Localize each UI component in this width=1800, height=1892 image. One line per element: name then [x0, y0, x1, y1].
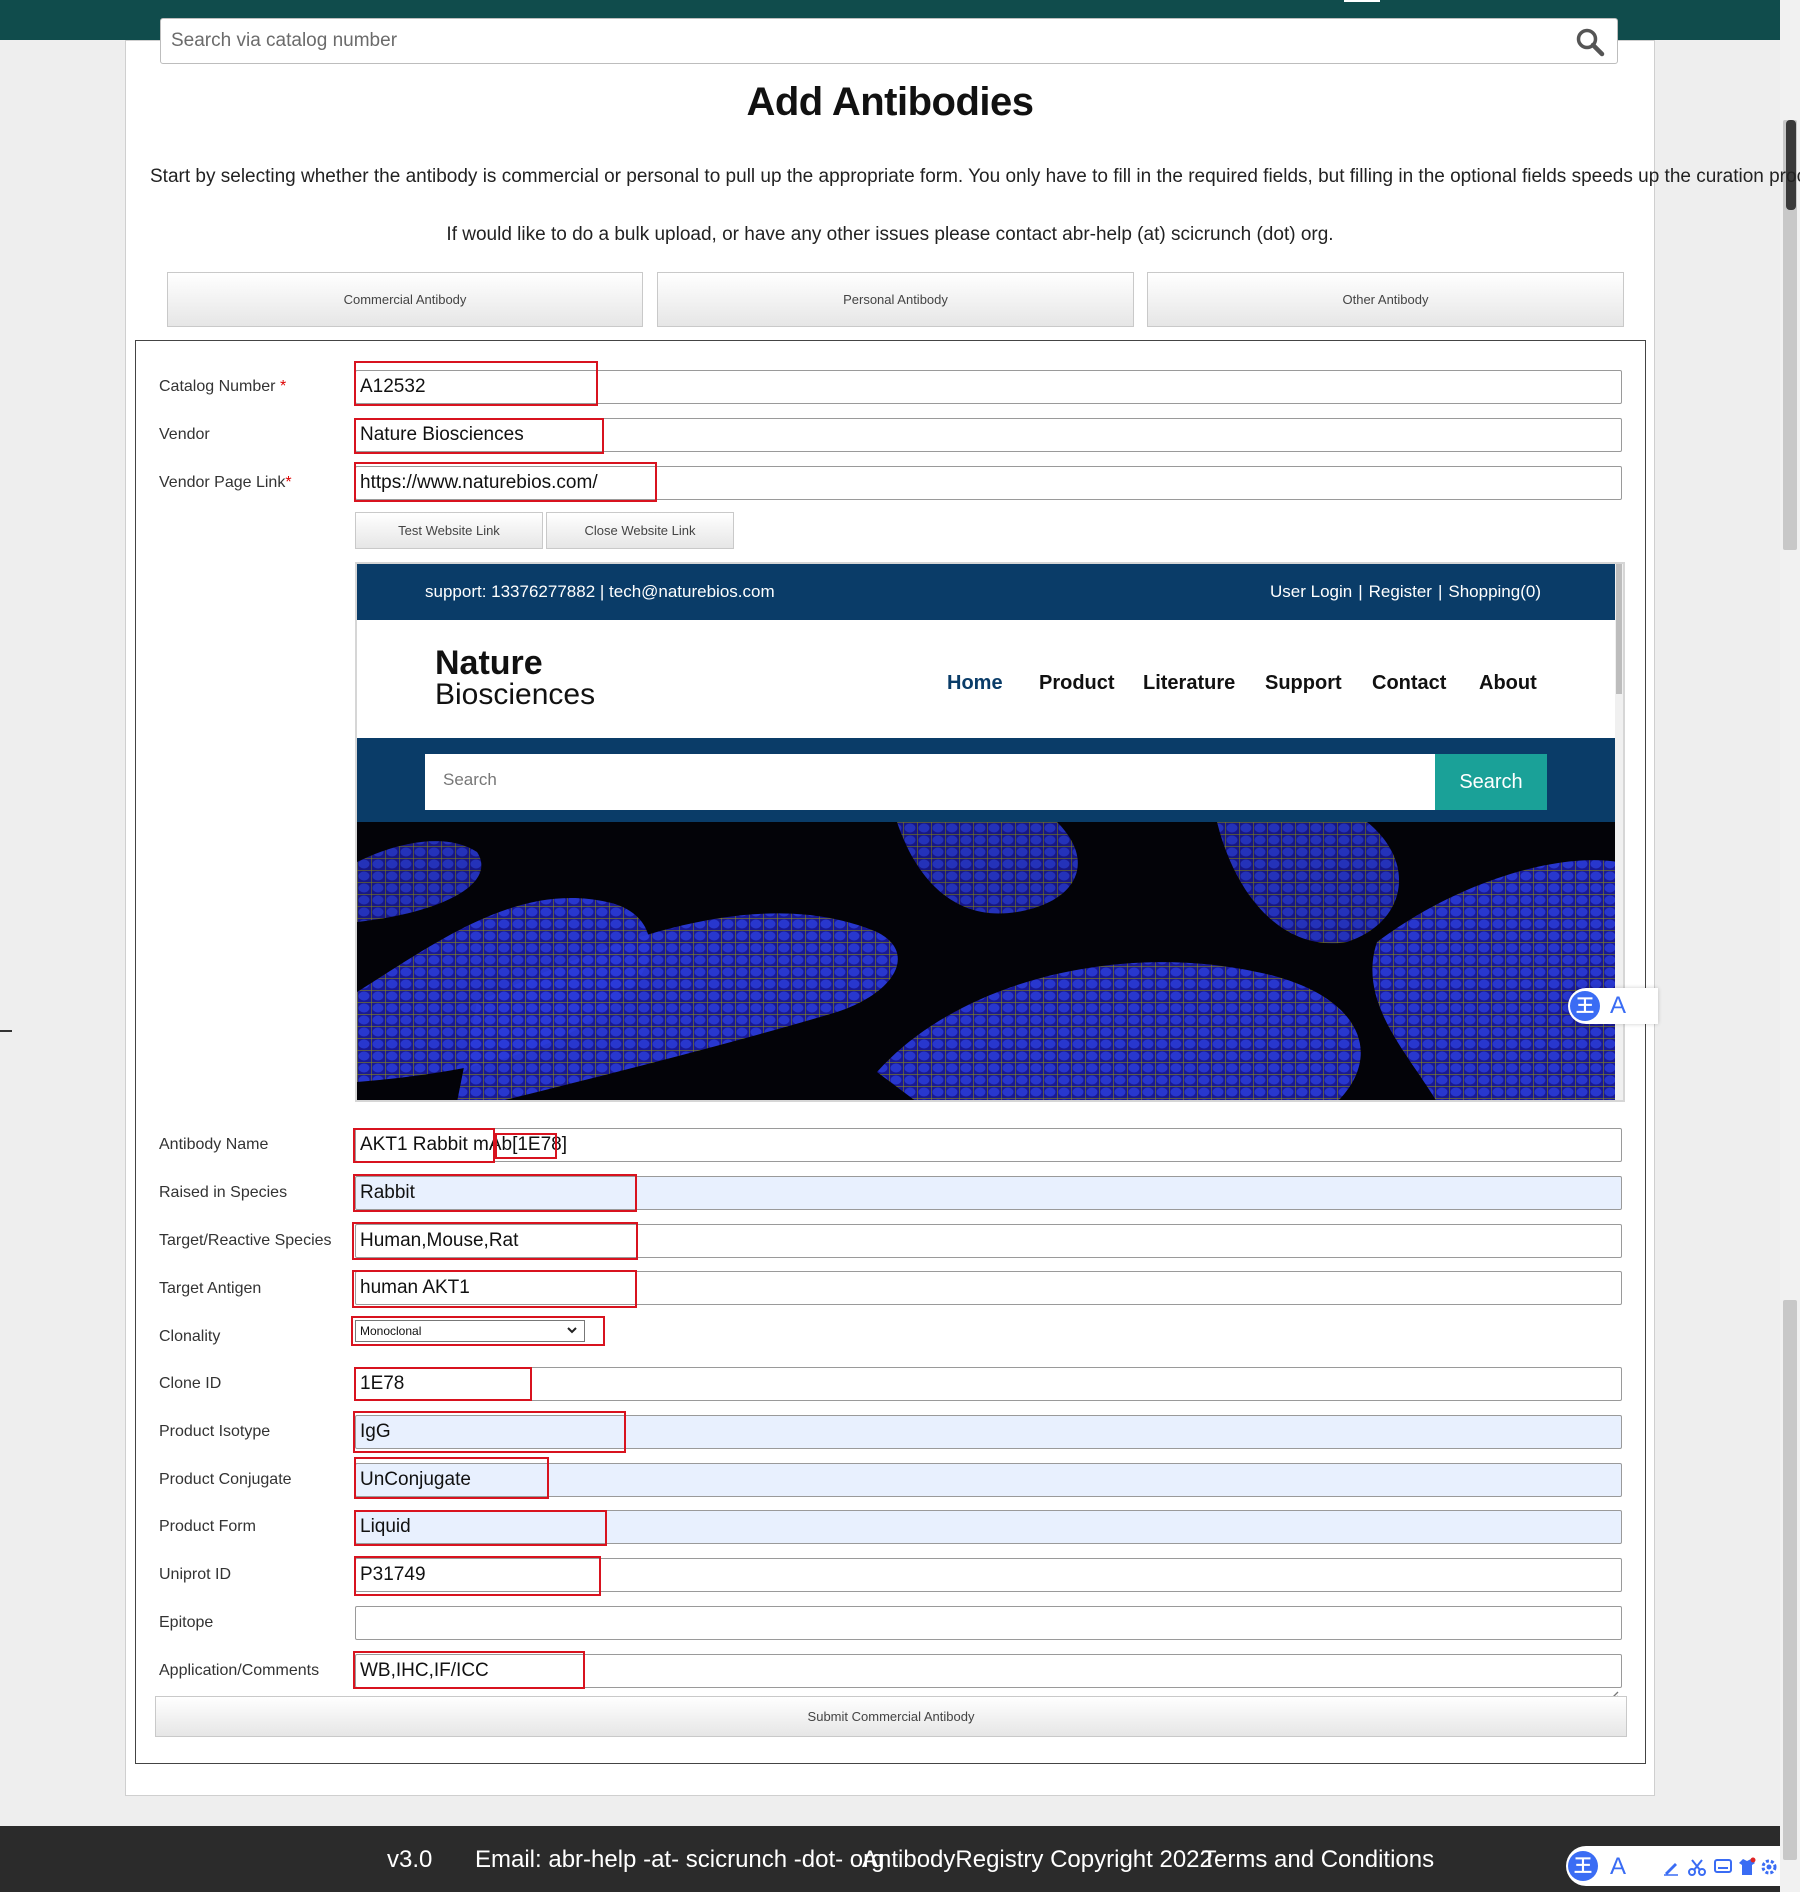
target-species-input[interactable]: Human,Mouse,Rat [355, 1224, 1622, 1258]
vendor-search-input[interactable]: Search [425, 754, 1435, 810]
keyboard-icon[interactable] [1714, 1859, 1732, 1873]
product-isotype-input[interactable]: IgG [355, 1415, 1622, 1449]
translate-a-icon: A [1610, 992, 1627, 1019]
raised-in-species-input[interactable]: Rabbit [355, 1176, 1622, 1210]
product-isotype-label: Product Isotype [159, 1423, 271, 1440]
header-menu-underline [1344, 0, 1380, 2]
vendor-nav-home[interactable]: Home [947, 672, 1003, 695]
target-antigen-input[interactable]: human AKT1 [355, 1271, 1622, 1305]
clonality-value: Monoclonal [360, 1324, 422, 1338]
vendor-nav-product[interactable]: Product [1039, 672, 1115, 695]
scrollbar-thumb-lower[interactable] [1783, 1300, 1797, 1860]
vendor-shopping-link[interactable]: Shopping(0) [1448, 582, 1541, 601]
shirt-icon[interactable] [1738, 1857, 1756, 1877]
contact-text: If would like to do a bulk upload, or ha… [446, 224, 1334, 245]
left-edge-mark [0, 1030, 12, 1032]
personal-antibody-button[interactable]: Personal Antibody [657, 272, 1134, 327]
translate-toolbar[interactable]: 王 A [1566, 1846, 1780, 1886]
vendor-website-preview[interactable]: support: 13376277882 | tech@naturebios.c… [355, 562, 1625, 1102]
application-comments-textarea[interactable]: WB,IHC,IF/ICC [355, 1654, 1622, 1688]
vendor-user-login-link[interactable]: User Login [1270, 582, 1352, 601]
translate-widget[interactable]: 王 A [1568, 988, 1658, 1024]
antibody-name-label: Antibody Name [159, 1136, 269, 1153]
gear-icon[interactable] [1760, 1858, 1778, 1876]
catalog-number-input[interactable]: A12532 [355, 370, 1622, 404]
test-website-link-button[interactable]: Test Website Link [355, 512, 543, 549]
vendor-search-band: Search Search [357, 738, 1619, 822]
product-form-input[interactable]: Liquid [355, 1510, 1622, 1544]
footer-version: v3.0 [387, 1846, 433, 1873]
catalog-number-label: Catalog Number * [159, 378, 287, 395]
product-conjugate-label: Product Conjugate [159, 1471, 292, 1488]
site-footer: v3.0 Email: abr-help -at- scicrunch -dot… [0, 1826, 1780, 1892]
intro-text: Start by selecting whether the antibody … [150, 166, 1800, 187]
pen-icon[interactable] [1662, 1858, 1680, 1876]
application-comments-label: Application/Comments [159, 1662, 320, 1679]
epitope-input[interactable] [355, 1606, 1622, 1640]
other-antibody-button[interactable]: Other Antibody [1147, 272, 1624, 327]
catalog-search-bar [160, 18, 1618, 64]
vendor-nav-literature[interactable]: Literature [1143, 672, 1235, 695]
catalog-search-input[interactable] [171, 25, 1551, 57]
vendor-nav-about[interactable]: About [1479, 672, 1537, 695]
translate-icon[interactable]: 王 [1568, 1851, 1598, 1881]
footer-terms-link[interactable]: Terms and Conditions [1202, 1846, 1434, 1874]
uniprot-id-label: Uniprot ID [159, 1566, 232, 1583]
submit-commercial-antibody-button[interactable]: Submit Commercial Antibody [155, 1696, 1627, 1737]
uniprot-id-input[interactable]: P31749 [355, 1558, 1622, 1592]
vendor-logo-line2: Biosciences [435, 678, 596, 711]
scissors-icon[interactable] [1688, 1858, 1706, 1876]
microscopy-image [357, 822, 1619, 1100]
antibody-name-input[interactable]: AKT1 Rabbit mAb[1E78] [355, 1128, 1622, 1162]
clone-id-label: Clone ID [159, 1375, 222, 1392]
translate-a-icon[interactable]: A [1610, 1853, 1626, 1881]
clonality-select[interactable]: Monoclonal [355, 1320, 585, 1342]
vendor-register-link[interactable]: Register [1369, 582, 1432, 601]
vendor-nav-contact[interactable]: Contact [1372, 672, 1446, 695]
clonality-label: Clonality [159, 1328, 221, 1345]
raised-in-species-label: Raised in Species [159, 1184, 288, 1201]
page-title: Add Antibodies [746, 80, 1034, 124]
product-form-label: Product Form [159, 1518, 256, 1535]
chevron-down-icon [567, 1327, 577, 1334]
clone-id-input[interactable]: 1E78 [355, 1367, 1622, 1401]
required-marker: * [279, 378, 287, 395]
epitope-label: Epitope [159, 1614, 214, 1631]
vendor-search-button[interactable]: Search [1435, 754, 1547, 810]
vendor-top-bar: support: 13376277882 | tech@naturebios.c… [357, 564, 1619, 620]
vendor-input[interactable]: Nature Biosciences [355, 418, 1622, 452]
vendor-label: Vendor [159, 426, 210, 443]
vendor-nav-support[interactable]: Support [1265, 672, 1342, 695]
vendor-hero-image [357, 822, 1619, 1100]
vendor-support-text: support: 13376277882 | tech@naturebios.c… [425, 582, 775, 601]
commercial-antibody-button[interactable]: Commercial Antibody [167, 272, 643, 327]
scrollbar-mini-handle[interactable] [1786, 120, 1796, 210]
product-conjugate-input[interactable]: UnConjugate [355, 1463, 1622, 1497]
translate-icon[interactable]: 王 [1570, 991, 1600, 1021]
vendor-header: Nature Biosciences Home Product Literatu… [357, 620, 1619, 738]
footer-email[interactable]: Email: abr-help -at- scicrunch -dot- org [475, 1846, 884, 1874]
vendor-page-link-label: Vendor Page Link* [159, 474, 292, 491]
close-website-link-button[interactable]: Close Website Link [546, 512, 734, 549]
target-antigen-label: Target Antigen [159, 1280, 262, 1297]
footer-copyright: AntibodyRegistry Copyright 2022 [862, 1846, 1213, 1873]
vendor-top-links: User Login | Register | Shopping(0) [1270, 582, 1541, 601]
target-species-label: Target/Reactive Species [159, 1232, 332, 1249]
vendor-page-link-input[interactable]: https://www.naturebios.com/ [355, 466, 1622, 500]
required-marker: * [285, 474, 292, 491]
search-icon[interactable] [1575, 27, 1605, 57]
preview-scrollbar-thumb[interactable] [1616, 564, 1622, 694]
